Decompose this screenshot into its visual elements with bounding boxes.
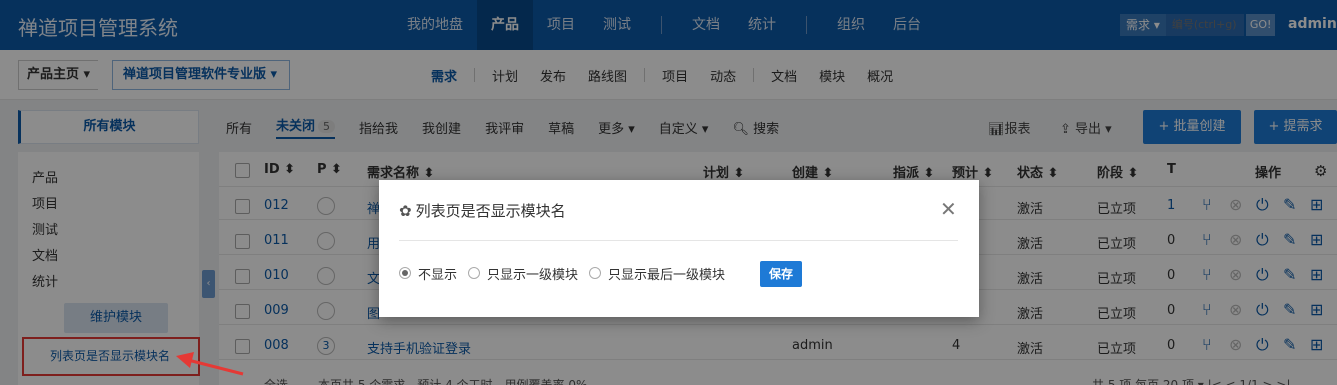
radio-no-display[interactable] <box>399 267 411 279</box>
dialog-divider <box>399 240 958 241</box>
radio-last-level[interactable] <box>589 267 601 279</box>
radio-top-level[interactable] <box>468 267 480 279</box>
close-icon[interactable]: ✕ <box>940 197 957 221</box>
radio-last-level-label[interactable]: 只显示最后一级模块 <box>608 264 725 283</box>
dialog-title-text: 列表页是否显示模块名 <box>415 202 566 220</box>
save-button[interactable]: 保存 <box>760 261 802 287</box>
radio-no-display-label[interactable]: 不显示 <box>418 264 457 283</box>
show-module-dialog: ✿ 列表页是否显示模块名 ✕ 不显示 只显示一级模块 只显示最后一级模块 保存 <box>379 180 979 317</box>
radio-top-level-label[interactable]: 只显示一级模块 <box>487 264 578 283</box>
dialog-title: ✿ 列表页是否显示模块名 <box>399 200 566 221</box>
gear-icon: ✿ <box>399 202 412 220</box>
